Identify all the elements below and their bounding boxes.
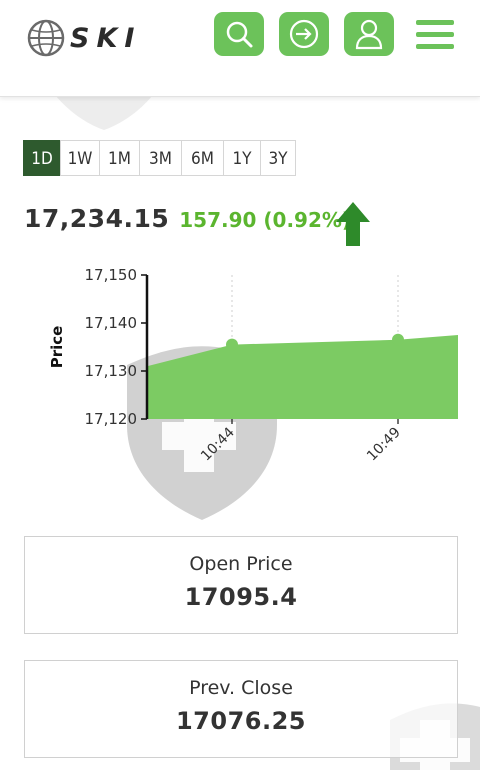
login-icon: [289, 19, 319, 49]
search-button[interactable]: [214, 12, 264, 56]
search-icon: [226, 21, 253, 48]
y-tick-label: 17,150: [85, 266, 138, 284]
prev-close-label: Prev. Close: [189, 677, 293, 699]
open-price-value: 17095.4: [184, 583, 298, 611]
hamburger-menu-icon[interactable]: [412, 18, 456, 52]
y-tick-label: 17,140: [85, 314, 138, 332]
y-tick-label: 17,130: [85, 362, 138, 380]
top-header: SKI: [0, 0, 480, 97]
user-icon: [355, 19, 383, 50]
tab-1y[interactable]: 1Y: [223, 140, 261, 176]
ski-logo[interactable]: SKI: [26, 16, 141, 60]
y-tick-label: 17,120: [85, 410, 138, 428]
chart-point[interactable]: [226, 338, 238, 351]
prev-close-card: Prev. Close 17076.25: [24, 660, 458, 758]
tab-1d[interactable]: 1D: [23, 140, 61, 176]
login-button[interactable]: [279, 12, 329, 56]
period-tabs: 1D 1W 1M 3M 6M 1Y 3Y: [23, 140, 296, 176]
globe-logo-icon: [27, 19, 65, 57]
tab-3y[interactable]: 3Y: [260, 140, 296, 176]
price-change: 157.90 (0.92%): [179, 208, 352, 232]
x-tick-label: 10:49: [364, 425, 404, 465]
tab-1m[interactable]: 1M: [99, 140, 140, 176]
prev-close-value: 17076.25: [175, 707, 306, 735]
y-axis-label: Price: [48, 326, 66, 369]
up-arrow-icon: [336, 202, 370, 246]
current-price: 17,234.15: [24, 204, 170, 233]
quote-row: 17,234.15 157.90 (0.92%): [24, 204, 351, 233]
open-price-label: Open Price: [189, 553, 293, 575]
x-tick-label: 10:44: [198, 424, 238, 464]
tab-6m[interactable]: 6M: [181, 140, 224, 176]
tab-3m[interactable]: 3M: [139, 140, 182, 176]
tab-1w[interactable]: 1W: [60, 140, 100, 176]
logo-text: SKI: [70, 22, 142, 54]
open-price-card: Open Price 17095.4: [24, 536, 458, 634]
account-button[interactable]: [344, 12, 394, 56]
price-chart: 17,150 17,140 17,130 17,120 Price 10:44 10:49: [48, 266, 458, 465]
chart-area: [147, 335, 458, 419]
chart-point[interactable]: [392, 333, 404, 346]
